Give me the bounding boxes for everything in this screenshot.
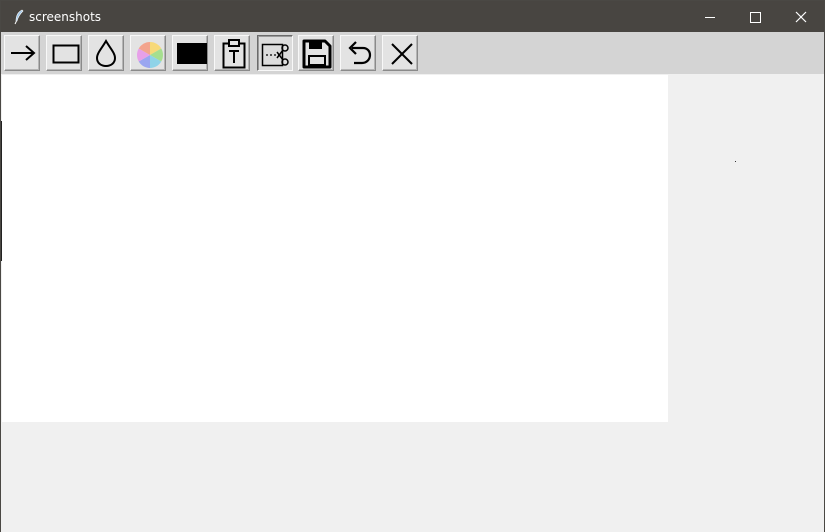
toolbar	[1, 32, 824, 74]
app-window: screenshots	[0, 0, 825, 532]
minimize-icon	[705, 17, 715, 18]
close-icon	[795, 11, 807, 23]
feather-icon	[12, 9, 26, 25]
fill-color-button[interactable]	[172, 35, 208, 71]
clipboard-text-icon	[222, 39, 246, 69]
canvas-edge-line	[1, 121, 2, 261]
window-title: screenshots	[29, 10, 102, 24]
undo-tool-button[interactable]	[340, 35, 376, 71]
blur-tool-button[interactable]	[88, 35, 124, 71]
undo-icon	[348, 41, 372, 65]
scissors-crop-icon	[261, 43, 289, 67]
text-tool-button[interactable]	[214, 35, 250, 71]
crop-tool-button[interactable]	[257, 35, 293, 71]
maximize-button[interactable]	[732, 1, 778, 32]
black-swatch-icon	[177, 43, 207, 64]
arrow-right-icon	[11, 45, 36, 61]
color-picker-tool-button[interactable]	[130, 35, 166, 71]
rectangle-icon	[52, 44, 80, 64]
maximize-icon	[750, 12, 761, 23]
background-speck	[735, 161, 736, 162]
rectangle-tool-button[interactable]	[46, 35, 82, 71]
floppy-disk-icon	[302, 39, 332, 69]
droplet-icon	[95, 38, 117, 68]
minimize-button[interactable]	[687, 1, 733, 32]
close-window-button[interactable]	[778, 1, 824, 32]
x-icon	[391, 43, 413, 65]
close-tool-button[interactable]	[382, 35, 418, 71]
title-bar[interactable]: screenshots	[1, 1, 824, 32]
color-wheel-icon	[136, 42, 164, 68]
drawing-canvas[interactable]	[2, 75, 668, 422]
save-tool-button[interactable]	[298, 35, 334, 71]
arrow-tool-button[interactable]	[4, 35, 40, 71]
